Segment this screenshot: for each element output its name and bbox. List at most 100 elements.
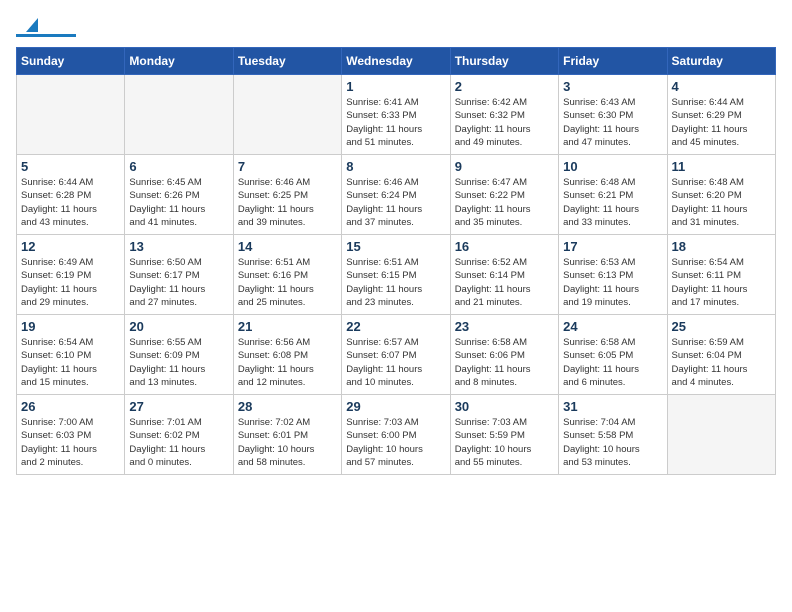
day-info: Sunrise: 6:42 AM Sunset: 6:32 PM Dayligh… — [455, 96, 554, 149]
calendar-cell: 5 Sunrise: 6:44 AM Sunset: 6:28 PM Daylig… — [17, 155, 125, 235]
calendar-cell: 9 Sunrise: 6:47 AM Sunset: 6:22 PM Daylig… — [450, 155, 558, 235]
weekday-header-thursday: Thursday — [450, 48, 558, 75]
day-info: Sunrise: 7:00 AM Sunset: 6:03 PM Dayligh… — [21, 416, 120, 469]
week-row-4: 19 Sunrise: 6:54 AM Sunset: 6:10 PM Dayli… — [17, 315, 776, 395]
day-number: 8 — [346, 159, 445, 174]
day-number: 24 — [563, 319, 662, 334]
day-info: Sunrise: 6:52 AM Sunset: 6:14 PM Dayligh… — [455, 256, 554, 309]
calendar-cell: 30 Sunrise: 7:03 AM Sunset: 5:59 PM Dayli… — [450, 395, 558, 475]
day-number: 30 — [455, 399, 554, 414]
day-number: 21 — [238, 319, 337, 334]
day-info: Sunrise: 7:03 AM Sunset: 5:59 PM Dayligh… — [455, 416, 554, 469]
day-info: Sunrise: 6:46 AM Sunset: 6:25 PM Dayligh… — [238, 176, 337, 229]
day-info: Sunrise: 6:49 AM Sunset: 6:19 PM Dayligh… — [21, 256, 120, 309]
page: SundayMondayTuesdayWednesdayThursdayFrid… — [0, 0, 792, 612]
calendar-cell: 22 Sunrise: 6:57 AM Sunset: 6:07 PM Dayli… — [342, 315, 450, 395]
week-row-1: 1 Sunrise: 6:41 AM Sunset: 6:33 PM Daylig… — [17, 75, 776, 155]
day-info: Sunrise: 6:41 AM Sunset: 6:33 PM Dayligh… — [346, 96, 445, 149]
day-number: 9 — [455, 159, 554, 174]
weekday-header-saturday: Saturday — [667, 48, 775, 75]
day-number: 27 — [129, 399, 228, 414]
day-info: Sunrise: 6:46 AM Sunset: 6:24 PM Dayligh… — [346, 176, 445, 229]
calendar-cell: 20 Sunrise: 6:55 AM Sunset: 6:09 PM Dayli… — [125, 315, 233, 395]
calendar-cell: 18Sunrise: 6:54 AM Sunset: 6:11 PM Dayli… — [667, 235, 775, 315]
calendar-cell: 31 Sunrise: 7:04 AM Sunset: 5:58 PM Dayli… — [559, 395, 667, 475]
day-number: 5 — [21, 159, 120, 174]
day-info: Sunrise: 6:56 AM Sunset: 6:08 PM Dayligh… — [238, 336, 337, 389]
calendar-cell: 3 Sunrise: 6:43 AM Sunset: 6:30 PM Daylig… — [559, 75, 667, 155]
day-number: 1 — [346, 79, 445, 94]
calendar-cell: 29Sunrise: 7:03 AM Sunset: 6:00 PM Dayli… — [342, 395, 450, 475]
day-info: Sunrise: 6:44 AM Sunset: 6:29 PM Dayligh… — [672, 96, 771, 149]
day-info: Sunrise: 6:57 AM Sunset: 6:07 PM Dayligh… — [346, 336, 445, 389]
calendar-cell: 4 Sunrise: 6:44 AM Sunset: 6:29 PM Daylig… — [667, 75, 775, 155]
calendar-cell: 8 Sunrise: 6:46 AM Sunset: 6:24 PM Daylig… — [342, 155, 450, 235]
day-number: 10 — [563, 159, 662, 174]
weekday-header-friday: Friday — [559, 48, 667, 75]
calendar-cell — [667, 395, 775, 475]
calendar-cell — [17, 75, 125, 155]
day-info: Sunrise: 6:44 AM Sunset: 6:28 PM Dayligh… — [21, 176, 120, 229]
logo-icon — [18, 14, 40, 36]
day-number: 31 — [563, 399, 662, 414]
day-number: 22 — [346, 319, 445, 334]
calendar-cell: 26 Sunrise: 7:00 AM Sunset: 6:03 PM Dayli… — [17, 395, 125, 475]
calendar-cell: 23 Sunrise: 6:58 AM Sunset: 6:06 PM Dayli… — [450, 315, 558, 395]
day-info: Sunrise: 6:43 AM Sunset: 6:30 PM Dayligh… — [563, 96, 662, 149]
day-number: 6 — [129, 159, 228, 174]
calendar-cell: 7 Sunrise: 6:46 AM Sunset: 6:25 PM Daylig… — [233, 155, 341, 235]
weekday-header-wednesday: Wednesday — [342, 48, 450, 75]
week-row-3: 12 Sunrise: 6:49 AM Sunset: 6:19 PM Dayli… — [17, 235, 776, 315]
day-number: 11 — [672, 159, 771, 174]
day-info: Sunrise: 6:58 AM Sunset: 6:05 PM Dayligh… — [563, 336, 662, 389]
day-number: 26 — [21, 399, 120, 414]
day-info: Sunrise: 6:48 AM Sunset: 6:21 PM Dayligh… — [563, 176, 662, 229]
day-number: 4 — [672, 79, 771, 94]
calendar-cell: 1 Sunrise: 6:41 AM Sunset: 6:33 PM Daylig… — [342, 75, 450, 155]
day-info: Sunrise: 7:01 AM Sunset: 6:02 PM Dayligh… — [129, 416, 228, 469]
day-info: Sunrise: 6:51 AM Sunset: 6:15 PM Dayligh… — [346, 256, 445, 309]
logo-underline — [16, 34, 76, 37]
weekday-header-sunday: Sunday — [17, 48, 125, 75]
calendar-table: SundayMondayTuesdayWednesdayThursdayFrid… — [16, 47, 776, 475]
day-number: 2 — [455, 79, 554, 94]
day-number: 20 — [129, 319, 228, 334]
day-info: Sunrise: 6:54 AM Sunset: 6:10 PM Dayligh… — [21, 336, 120, 389]
calendar-cell: 6Sunrise: 6:45 AM Sunset: 6:26 PM Daylig… — [125, 155, 233, 235]
calendar-cell: 12 Sunrise: 6:49 AM Sunset: 6:19 PM Dayli… — [17, 235, 125, 315]
day-number: 12 — [21, 239, 120, 254]
calendar-cell: 2 Sunrise: 6:42 AM Sunset: 6:32 PM Daylig… — [450, 75, 558, 155]
calendar-cell: 17 Sunrise: 6:53 AM Sunset: 6:13 PM Dayli… — [559, 235, 667, 315]
day-number: 14 — [238, 239, 337, 254]
calendar-cell: 15 Sunrise: 6:51 AM Sunset: 6:15 PM Dayli… — [342, 235, 450, 315]
calendar-cell: 16 Sunrise: 6:52 AM Sunset: 6:14 PM Dayli… — [450, 235, 558, 315]
day-number: 3 — [563, 79, 662, 94]
day-number: 25 — [672, 319, 771, 334]
day-info: Sunrise: 6:53 AM Sunset: 6:13 PM Dayligh… — [563, 256, 662, 309]
day-number: 28 — [238, 399, 337, 414]
day-info: Sunrise: 7:02 AM Sunset: 6:01 PM Dayligh… — [238, 416, 337, 469]
day-info: Sunrise: 6:50 AM Sunset: 6:17 PM Dayligh… — [129, 256, 228, 309]
calendar-cell: 13Sunrise: 6:50 AM Sunset: 6:17 PM Dayli… — [125, 235, 233, 315]
calendar-cell: 14 Sunrise: 6:51 AM Sunset: 6:16 PM Dayli… — [233, 235, 341, 315]
calendar-cell — [125, 75, 233, 155]
week-row-2: 5 Sunrise: 6:44 AM Sunset: 6:28 PM Daylig… — [17, 155, 776, 235]
day-number: 7 — [238, 159, 337, 174]
day-info: Sunrise: 6:47 AM Sunset: 6:22 PM Dayligh… — [455, 176, 554, 229]
calendar-cell: 11Sunrise: 6:48 AM Sunset: 6:20 PM Dayli… — [667, 155, 775, 235]
day-number: 17 — [563, 239, 662, 254]
day-number: 23 — [455, 319, 554, 334]
day-info: Sunrise: 6:51 AM Sunset: 6:16 PM Dayligh… — [238, 256, 337, 309]
day-info: Sunrise: 6:55 AM Sunset: 6:09 PM Dayligh… — [129, 336, 228, 389]
day-number: 15 — [346, 239, 445, 254]
calendar-cell: 21 Sunrise: 6:56 AM Sunset: 6:08 PM Dayli… — [233, 315, 341, 395]
weekday-header-row: SundayMondayTuesdayWednesdayThursdayFrid… — [17, 48, 776, 75]
day-number: 19 — [21, 319, 120, 334]
calendar-cell: 28 Sunrise: 7:02 AM Sunset: 6:01 PM Dayli… — [233, 395, 341, 475]
week-row-5: 26 Sunrise: 7:00 AM Sunset: 6:03 PM Dayli… — [17, 395, 776, 475]
day-number: 16 — [455, 239, 554, 254]
day-info: Sunrise: 6:58 AM Sunset: 6:06 PM Dayligh… — [455, 336, 554, 389]
weekday-header-monday: Monday — [125, 48, 233, 75]
calendar-cell: 24 Sunrise: 6:58 AM Sunset: 6:05 PM Dayli… — [559, 315, 667, 395]
day-info: Sunrise: 7:04 AM Sunset: 5:58 PM Dayligh… — [563, 416, 662, 469]
